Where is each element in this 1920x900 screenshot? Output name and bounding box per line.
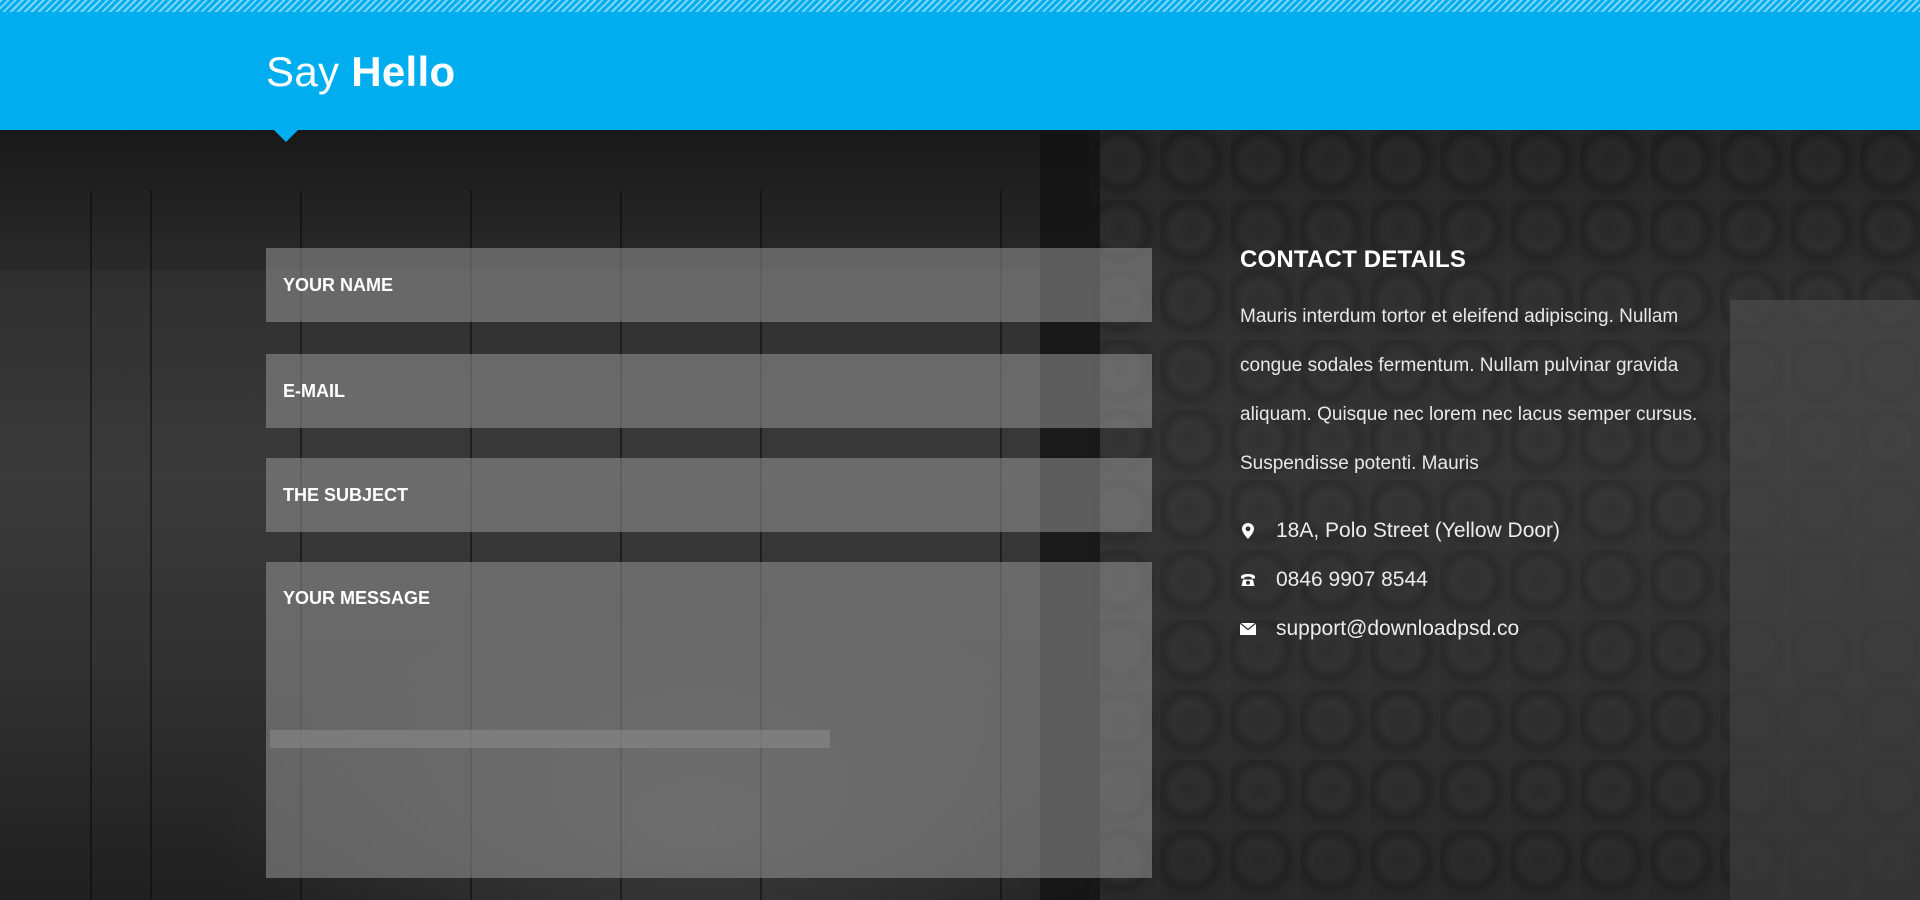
envelope-icon: [1240, 621, 1256, 637]
page-title-light: Say: [266, 48, 340, 95]
contact-email-text[interactable]: support@downloadpsd.co: [1276, 617, 1519, 641]
contact-phone: 0846 9907 8544: [1240, 555, 1710, 604]
header-pointer-arrow: [274, 130, 298, 142]
section-header: Say Hello: [0, 0, 1920, 130]
contact-heading: CONTACT DETAILS: [1240, 246, 1467, 273]
map-pin-icon: [1240, 522, 1256, 539]
contact-description: Mauris interdum tortor et eleifend adipi…: [1240, 306, 1698, 474]
contact-page: Say Hello CONTACT DETAILS Mauris interdu…: [0, 0, 1920, 900]
name-input[interactable]: [266, 248, 1152, 322]
contact-address: 18A, Polo Street (Yellow Door): [1240, 506, 1710, 555]
page-title-bold: Hello: [351, 48, 456, 95]
contact-list: 18A, Polo Street (Yellow Door) 0846 9907…: [1240, 506, 1710, 653]
contact-email: support@downloadpsd.co: [1240, 604, 1710, 653]
message-textarea[interactable]: [266, 562, 1152, 878]
header-stripe-decoration: [0, 0, 1920, 12]
contact-details: CONTACT DETAILS Mauris interdum tortor e…: [1240, 246, 1710, 653]
phone-icon: [1240, 572, 1256, 588]
page-title: Say Hello: [266, 48, 455, 96]
contact-address-text: 18A, Polo Street (Yellow Door): [1276, 518, 1561, 542]
email-input[interactable]: [266, 354, 1152, 428]
contact-phone-text: 0846 9907 8544: [1276, 567, 1428, 591]
subject-input[interactable]: [266, 458, 1152, 532]
